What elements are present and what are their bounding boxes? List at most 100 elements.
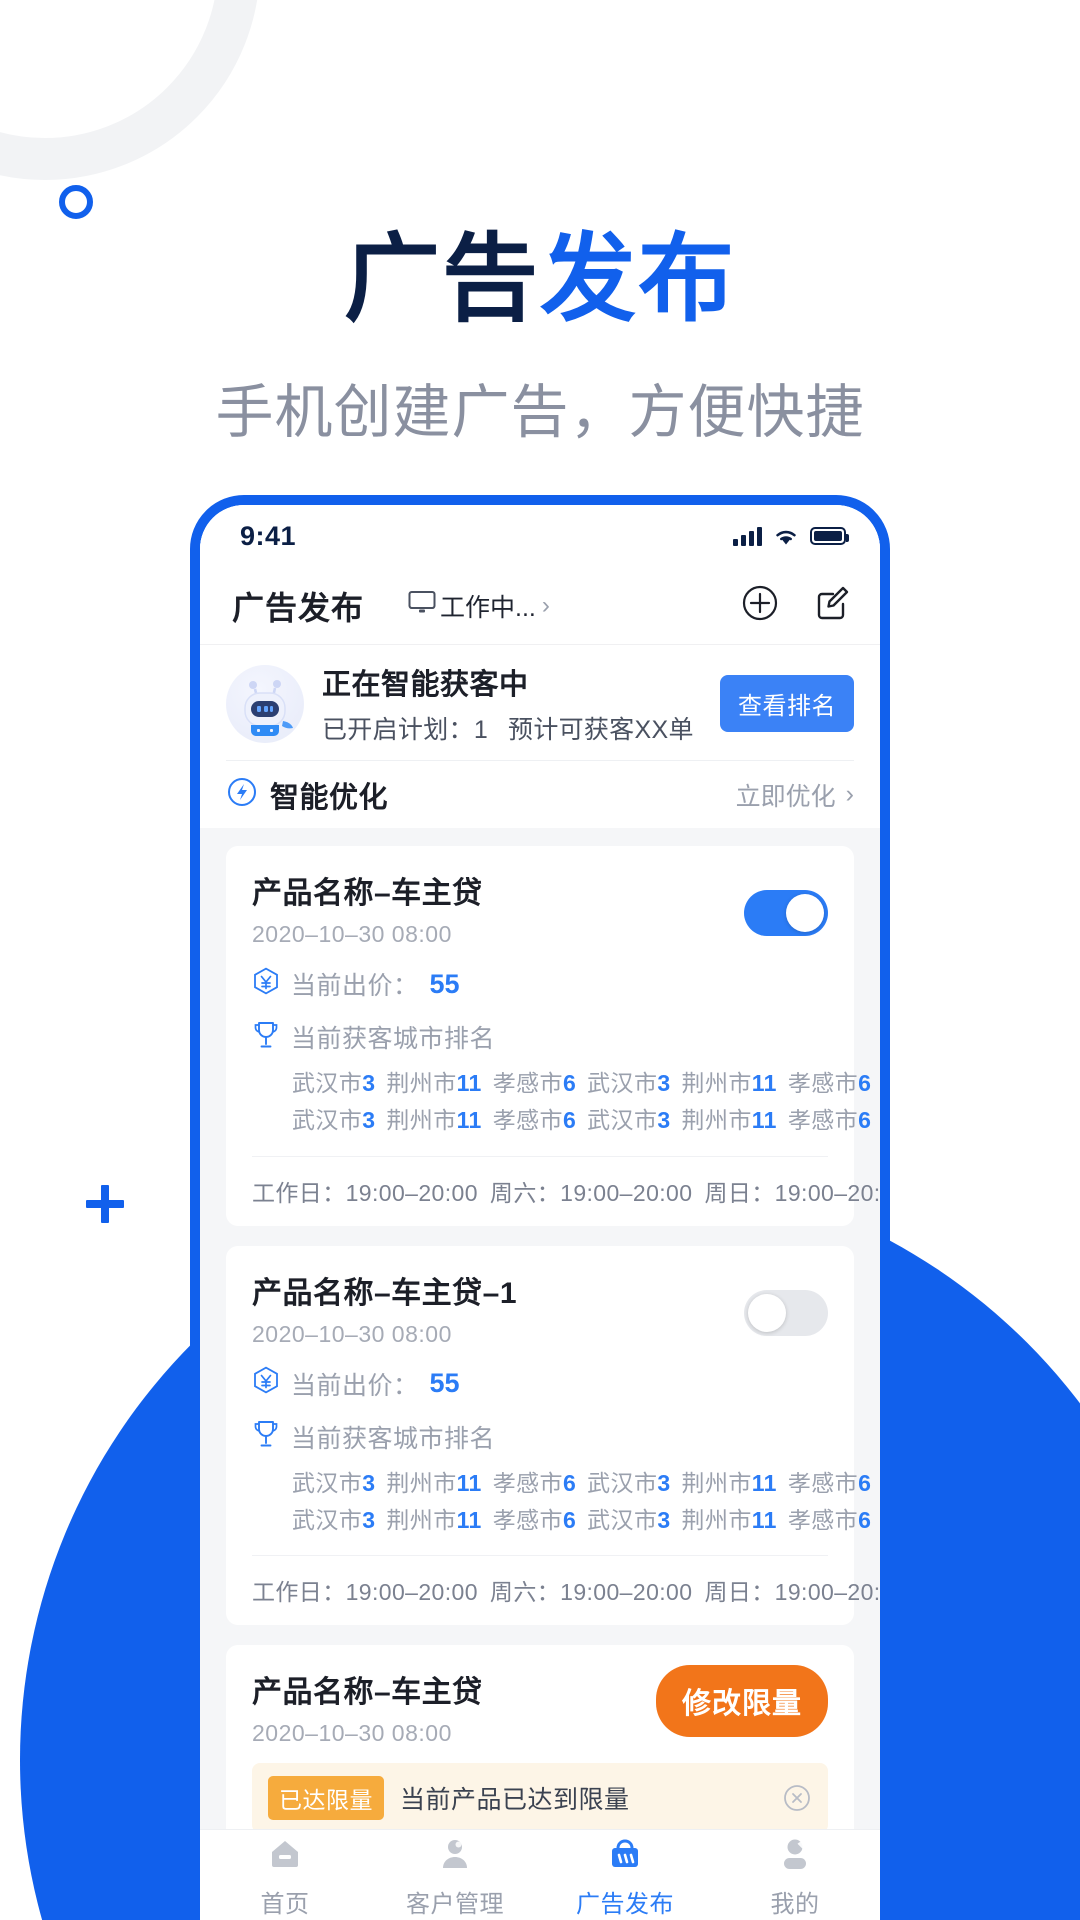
schedule-day-label: 工作日： xyxy=(252,1179,346,1206)
city-name: 孝感市 xyxy=(787,1107,859,1134)
city-name: 荆州市 xyxy=(386,1107,457,1134)
compose-icon[interactable] xyxy=(814,584,852,627)
promo-page: 广告发布 手机创建广告，方便快捷 9:41 广告发布 工作中... › 正在智能… xyxy=(0,0,1080,1920)
modify-limit-button[interactable]: 修改限量 xyxy=(655,1665,828,1737)
tab-ad-publish-label: 广告发布 xyxy=(576,1891,674,1918)
city-name: 武汉市 xyxy=(292,1506,363,1533)
city-rank-value: 6 xyxy=(562,1469,577,1496)
schedule-day-label: 周六： xyxy=(489,1179,561,1206)
city-name: 武汉市 xyxy=(292,1070,363,1096)
city-name: 孝感市 xyxy=(492,1469,563,1496)
tab-ad-publish[interactable]: 广告发布 xyxy=(540,1830,710,1920)
city-name: 孝感市 xyxy=(787,1469,859,1496)
workspace-label: 工作中... xyxy=(440,593,536,622)
schedule-time: 19:00–20:00 xyxy=(345,1179,478,1206)
city-rank-value: 3 xyxy=(362,1506,376,1533)
hero-title-blue: 发布 xyxy=(540,226,736,333)
city-name: 孝感市 xyxy=(787,1070,859,1096)
plan-label: 已开启计划： xyxy=(322,716,474,744)
smart-optimize-row[interactable]: 智能优化 立即优化 › xyxy=(226,760,854,828)
estimate-text: 预计可获客XX单 xyxy=(508,716,694,744)
optimize-action[interactable]: 立即优化 › xyxy=(736,777,854,813)
yen-hexagon-icon xyxy=(252,1366,280,1401)
city-name: 武汉市 xyxy=(292,1469,363,1496)
decorative-ring-top-left xyxy=(59,185,93,219)
tab-home[interactable]: 首页 xyxy=(200,1830,370,1920)
city-rank-value: 3 xyxy=(657,1506,671,1533)
schedule-time: 19:00–20:00 xyxy=(560,1579,693,1605)
yen-hexagon-icon xyxy=(252,967,280,1002)
workspace-selector[interactable]: 工作中... › xyxy=(408,588,550,624)
city-name: 武汉市 xyxy=(587,1506,658,1533)
schedule-footer: 工作日：19:00–20:00 周六：19:00–20:00 周日：19:00–20… xyxy=(252,1155,880,1226)
trophy-icon xyxy=(252,1419,280,1454)
view-ranking-button[interactable]: 查看排名 xyxy=(720,675,854,732)
city-rank-line: 武汉市3荆州市11孝感市6武汉市3荆州市11孝感市6武汉市3 xyxy=(292,1465,871,1502)
monitor-icon xyxy=(408,590,436,621)
city-rank-line: 武汉市3荆州市11孝感市6武汉市3荆州市11孝感市6武汉市3 xyxy=(292,1102,871,1139)
trophy-icon xyxy=(252,1020,280,1055)
plan-value: 1 xyxy=(473,716,489,744)
product-toggle[interactable] xyxy=(744,890,828,936)
user-manage-icon xyxy=(437,1836,473,1877)
plus-circle-icon[interactable] xyxy=(740,583,780,628)
card-header: 产品名称–车主贷–1 2020–10–30 08:00 xyxy=(252,1268,828,1348)
city-rank-value: 11 xyxy=(751,1107,777,1134)
city-name: 荆州市 xyxy=(681,1469,752,1496)
schedule-time: 19:00–20:00 xyxy=(774,1579,880,1605)
product-card[interactable]: 产品名称–车主贷 2020–10–30 08:00 修改限量 已达限量 当前产品… xyxy=(226,1645,854,1829)
rank-row: 当前获客城市排名 xyxy=(252,1419,828,1455)
product-card[interactable]: 产品名称–车主贷 2020–10–30 08:00 当前出价： 55 当前获客城… xyxy=(226,846,880,1226)
city-rank-lines: 武汉市3荆州市11孝感市6武汉市3荆州市11孝感市6武汉市3 武汉市3荆州市11… xyxy=(252,1465,871,1556)
tab-home-label: 首页 xyxy=(260,1891,310,1918)
city-name: 孝感市 xyxy=(492,1506,563,1533)
city-name: 荆州市 xyxy=(386,1070,457,1096)
city-name: 荆州市 xyxy=(681,1107,752,1134)
city-rank-value: 3 xyxy=(362,1107,376,1134)
bid-row: 当前出价： 55 xyxy=(252,1366,828,1402)
limit-badge: 已达限量 xyxy=(268,1776,384,1820)
city-rank-value: 11 xyxy=(751,1469,777,1496)
schedule-day-label: 周日： xyxy=(704,1579,775,1605)
city-rank-value: 11 xyxy=(751,1506,777,1533)
product-date: 2020–10–30 08:00 xyxy=(252,921,452,947)
bid-row: 当前出价： 55 xyxy=(252,966,828,1002)
tab-profile[interactable]: 我的 xyxy=(710,1830,880,1920)
product-date: 2020–10–30 08:00 xyxy=(252,1320,452,1347)
ai-banner-card: 正在智能获客中 已开启计划：1 预计可获客XX单 查看排名 智能优化 立即优化 … xyxy=(200,645,880,828)
ai-banner-title: 正在智能获客中 xyxy=(322,669,529,701)
city-rank-value: 3 xyxy=(362,1070,376,1096)
bottom-tabbar: 首页 客户管理 广告发布 我的 xyxy=(200,1829,880,1920)
phone-screen: 9:41 广告发布 工作中... › 正在智能获客中 已开启计划：1 预计可获客… xyxy=(200,505,880,1920)
profile-icon xyxy=(777,1836,813,1877)
ai-banner-subtitle: 已开启计划：1 预计可获客XX单 xyxy=(322,710,702,746)
robot-avatar-icon xyxy=(226,664,304,743)
schedule-day-label: 周六： xyxy=(489,1579,561,1605)
city-rank-value: 3 xyxy=(657,1070,671,1096)
tab-customer-management[interactable]: 客户管理 xyxy=(370,1830,540,1920)
hero-subtitle: 手机创建广告，方便快捷 xyxy=(215,380,865,445)
city-rank-value: 11 xyxy=(456,1506,482,1533)
rank-label: 当前获客城市排名 xyxy=(291,1424,496,1453)
product-toggle[interactable] xyxy=(744,1289,828,1336)
city-rank-lines: 武汉市3荆州市11孝感市6武汉市3荆州市11孝感市6武汉市3 武汉市3荆州市11… xyxy=(252,1065,871,1156)
page-title: 广告发布 xyxy=(232,589,365,626)
decorative-plus xyxy=(86,1185,124,1223)
app-navbar: 广告发布 工作中... › xyxy=(200,567,880,645)
toggle-knob xyxy=(748,1293,786,1332)
bid-value: 55 xyxy=(429,968,460,999)
bid-label: 当前出价： xyxy=(291,1371,419,1400)
rank-label: 当前获客城市排名 xyxy=(291,1025,496,1053)
smart-optimize-label: 智能优化 xyxy=(270,781,389,814)
product-title: 产品名称–车主贷–1 xyxy=(252,1276,518,1310)
city-rank-value: 3 xyxy=(657,1107,671,1134)
city-rank-value: 6 xyxy=(562,1107,577,1134)
close-circle-icon[interactable] xyxy=(782,1783,812,1813)
scroll-content[interactable]: 正在智能获客中 已开启计划：1 预计可获客XX单 查看排名 智能优化 立即优化 … xyxy=(200,645,880,1829)
city-name: 荆州市 xyxy=(681,1070,752,1096)
product-card[interactable]: 产品名称–车主贷–1 2020–10–30 08:00 当前出价： 55 当前获… xyxy=(226,1245,880,1625)
card-header-text: 产品名称–车主贷 2020–10–30 08:00 xyxy=(252,1667,656,1747)
city-rank-value: 11 xyxy=(751,1070,777,1096)
city-rank-value: 6 xyxy=(562,1506,577,1533)
schedule-time: 19:00–20:00 xyxy=(560,1179,693,1206)
